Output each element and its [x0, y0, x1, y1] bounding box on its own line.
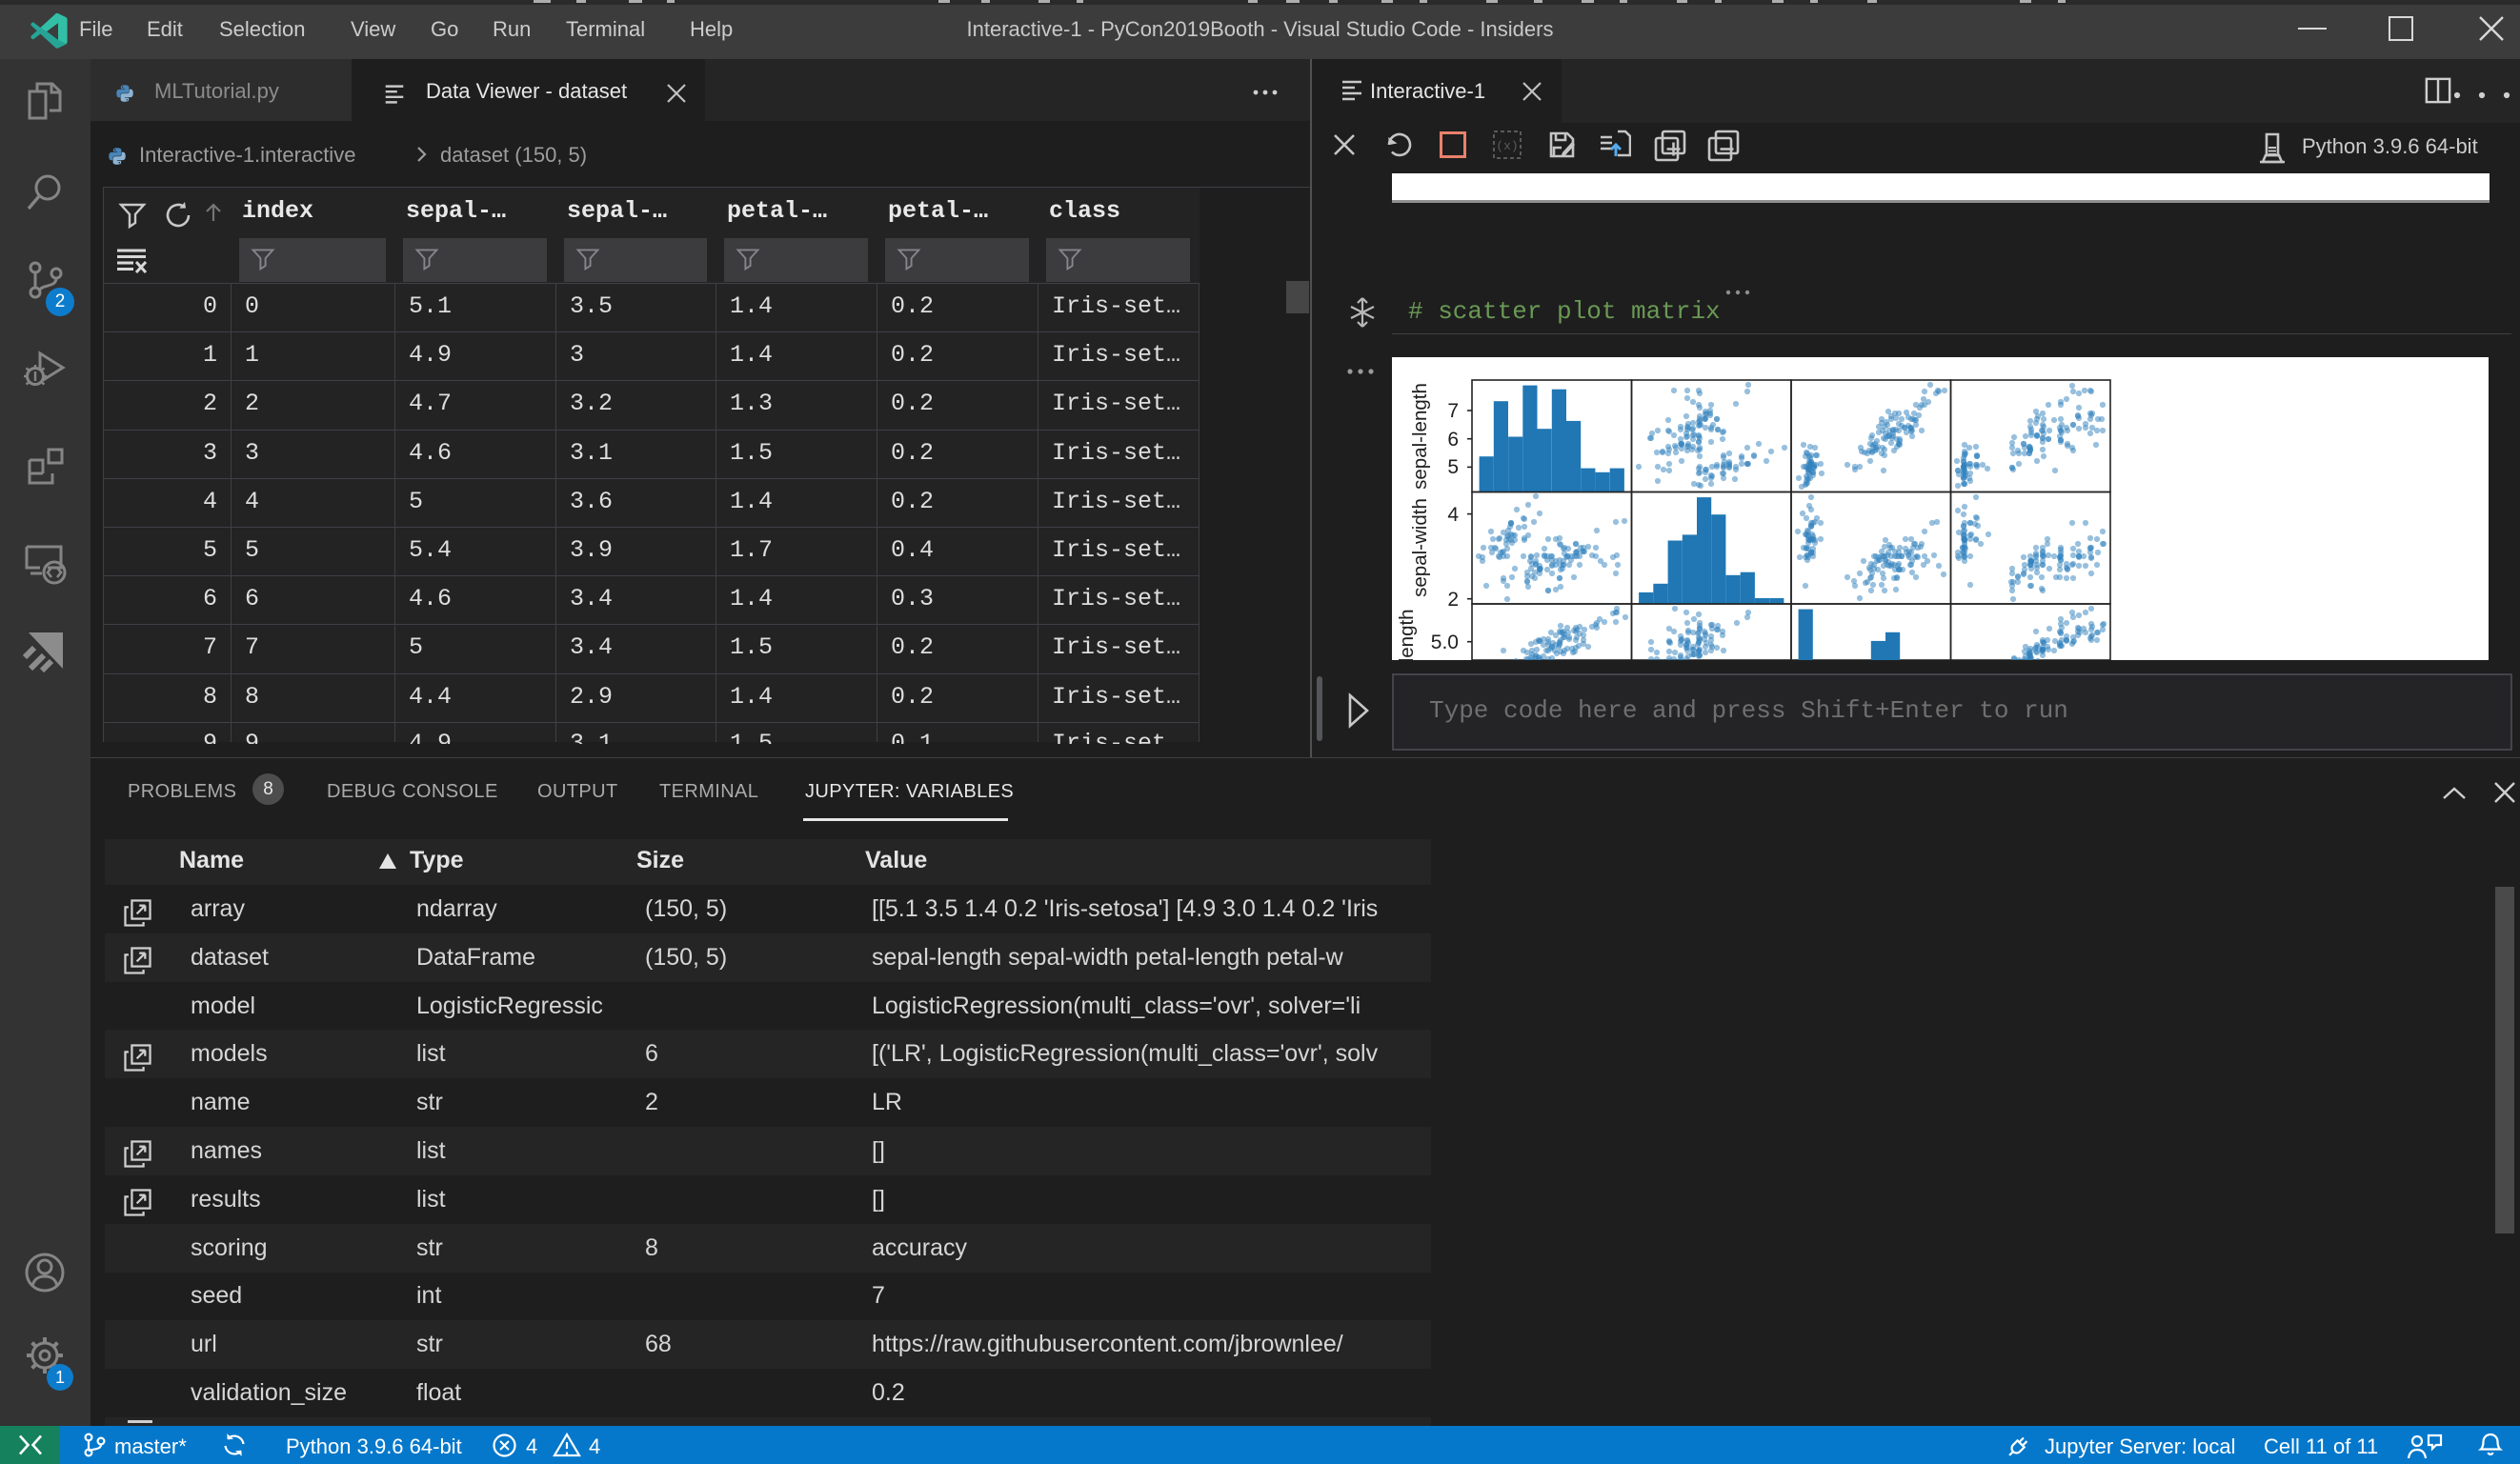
svg-text:4: 4 [1447, 504, 1459, 526]
svg-text:6: 6 [1447, 429, 1459, 451]
svg-text:7: 7 [1447, 400, 1459, 422]
svg-text:sepal-length: sepal-length [1409, 383, 1431, 490]
svg-text:2: 2 [1447, 589, 1459, 611]
svg-text:petal-length: petal-length [1396, 609, 1418, 660]
svg-text:sepal-width: sepal-width [1409, 498, 1431, 597]
svg-text:5.0: 5.0 [1431, 632, 1459, 653]
svg-text:(x): (x) [1496, 139, 1518, 153]
svg-text:5: 5 [1447, 456, 1459, 478]
